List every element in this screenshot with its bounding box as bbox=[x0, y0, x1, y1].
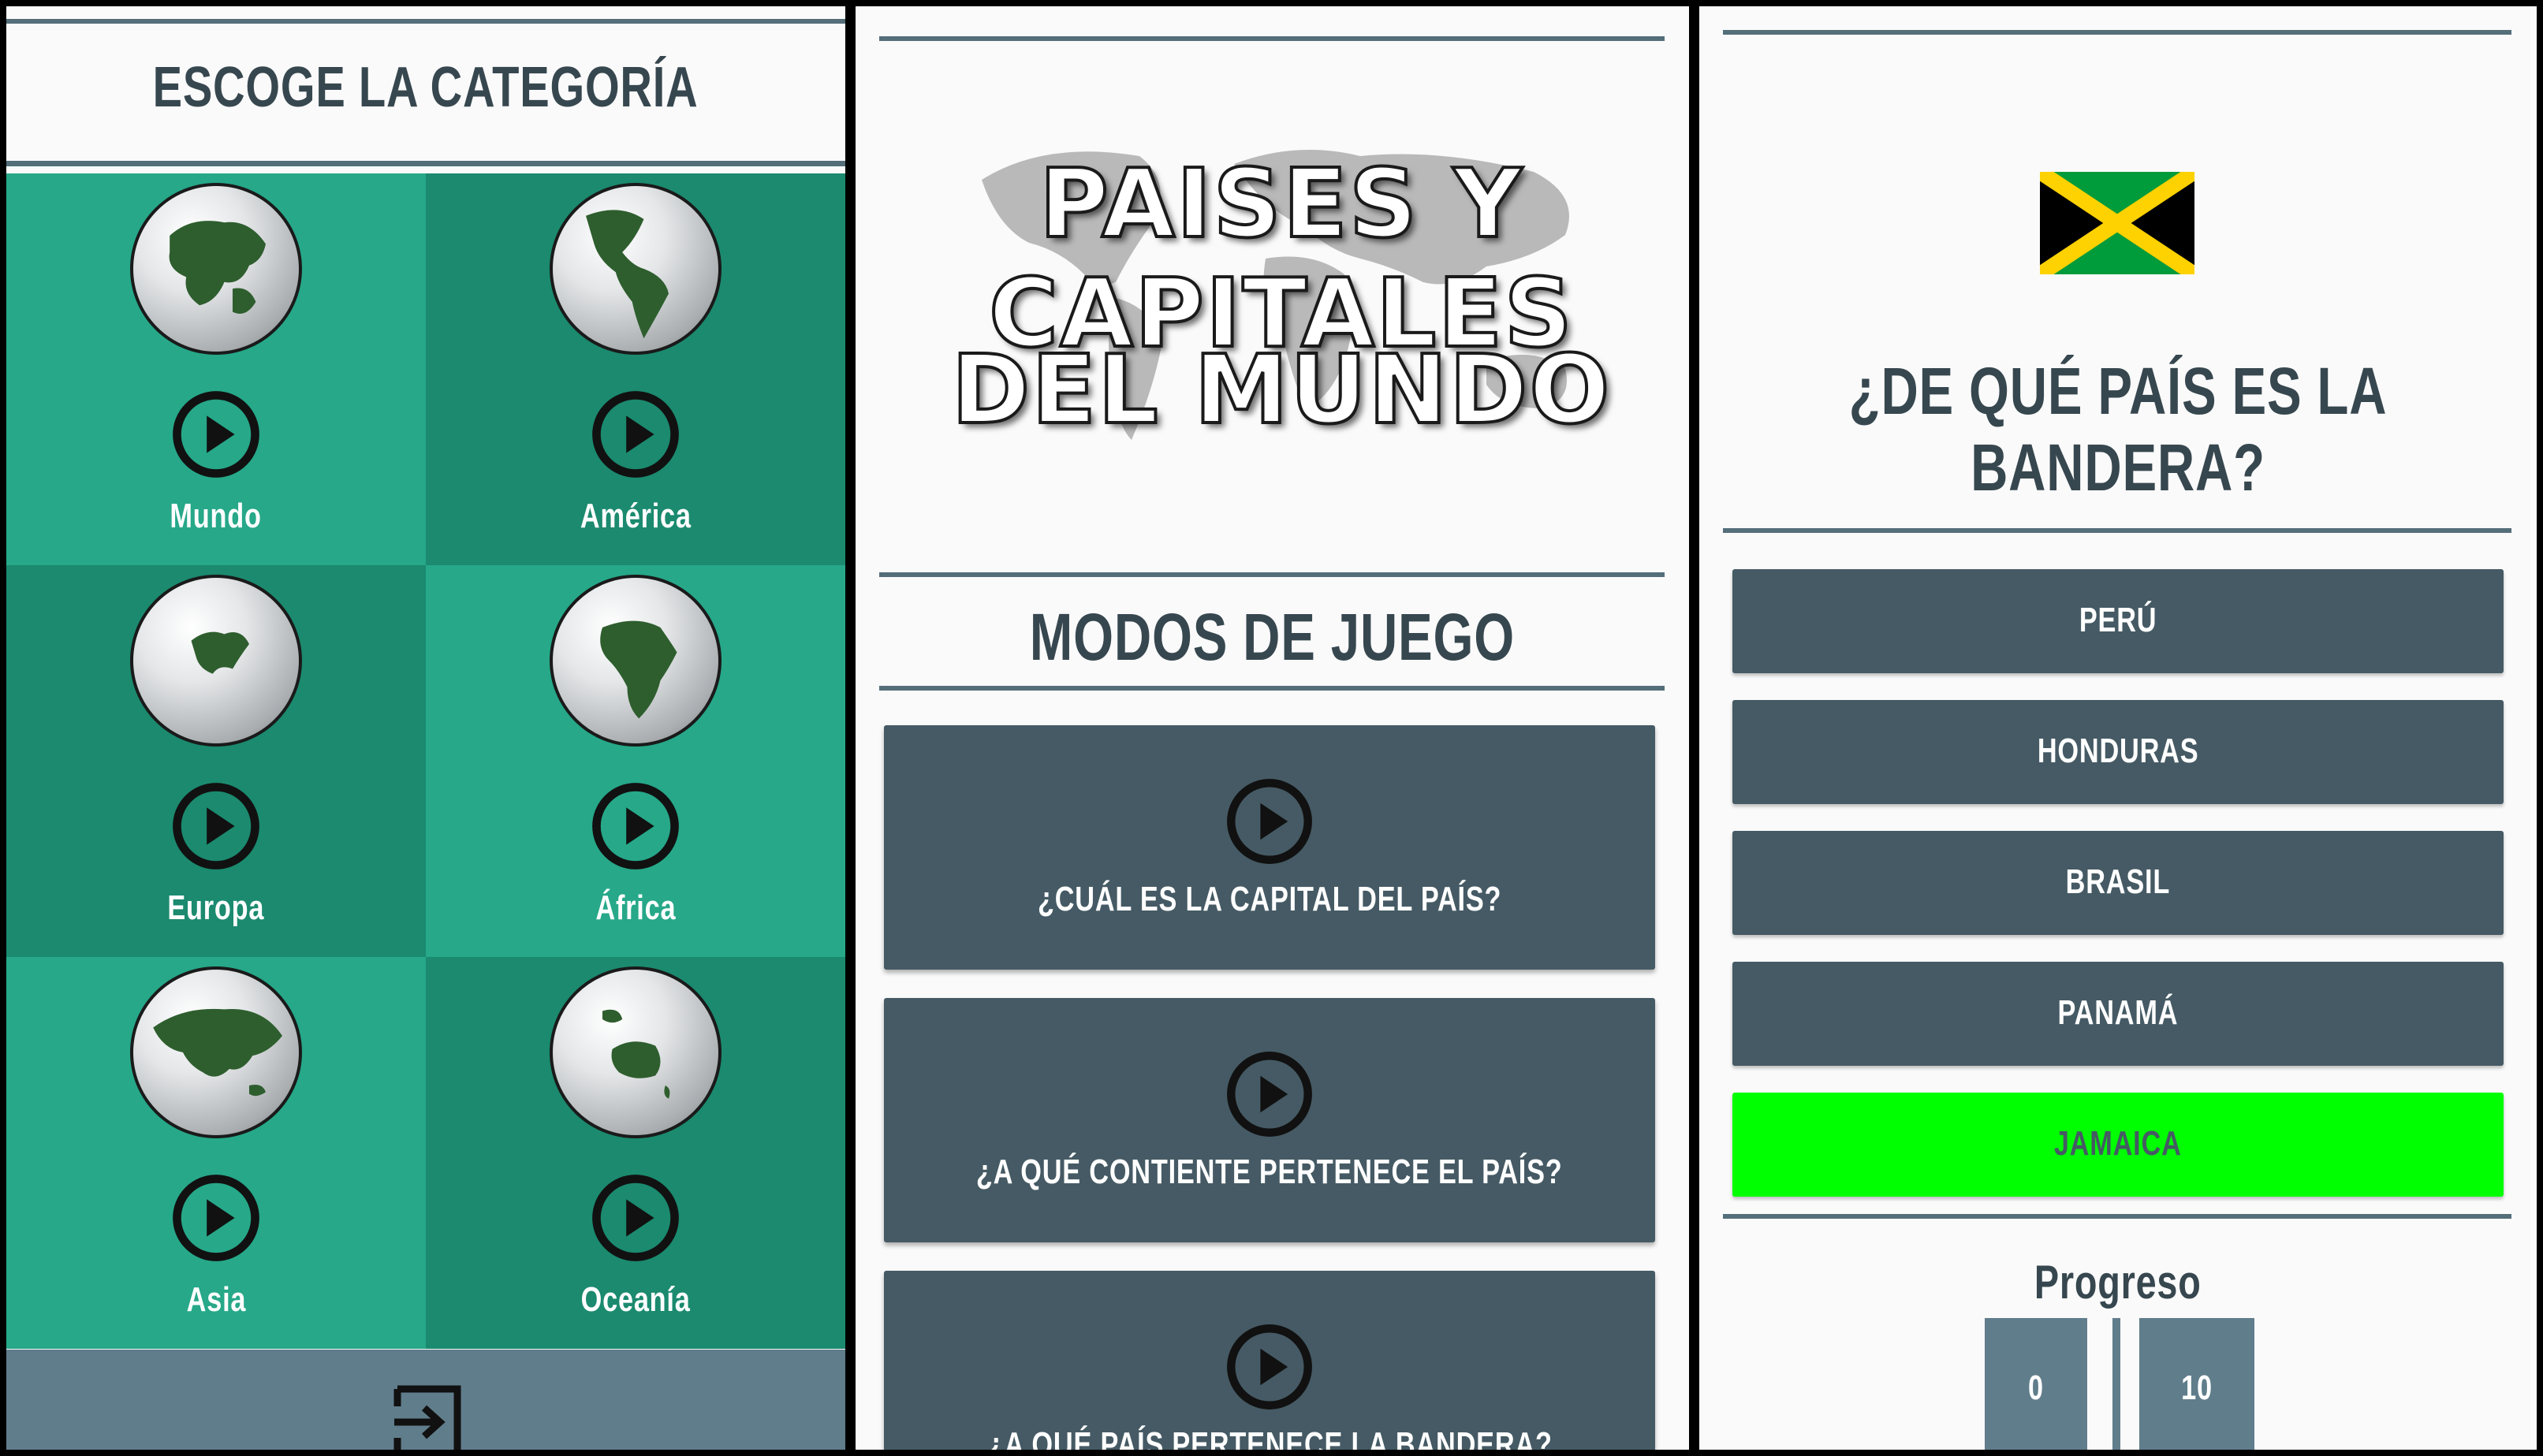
answer-option-label: BRASIL bbox=[2065, 862, 2171, 901]
header-bottom-divider bbox=[6, 161, 845, 166]
header-top-divider bbox=[6, 19, 845, 24]
answer-option-button[interactable]: PERÚ bbox=[1732, 569, 2504, 673]
category-screen: ESCOGE LA CATEGORÍA Mundo América Europa bbox=[0, 0, 852, 1456]
answer-option-button-correct[interactable]: JAMAICA bbox=[1732, 1093, 2504, 1197]
jamaica-flag-icon bbox=[2040, 172, 2194, 274]
play-icon bbox=[173, 391, 259, 478]
category-tile-europa[interactable]: Europa bbox=[6, 565, 426, 957]
play-icon bbox=[1227, 779, 1312, 864]
category-footer bbox=[6, 1350, 845, 1456]
mode-continent-button[interactable]: ¿A QUÉ CONTIENTE PERTENECE EL PAÍS? bbox=[884, 998, 1655, 1242]
answer-option-label: JAMAICA bbox=[2054, 1124, 2182, 1163]
globe-oceania-icon bbox=[550, 966, 722, 1138]
answer-option-label: PERÚ bbox=[2079, 601, 2157, 639]
top-divider bbox=[879, 36, 1665, 41]
category-tile-america[interactable]: América bbox=[426, 173, 845, 565]
play-icon bbox=[592, 1175, 679, 1261]
category-tile-oceania[interactable]: Oceanía bbox=[426, 957, 845, 1349]
options-divider bbox=[1723, 1214, 2511, 1219]
mode-flag-label: ¿A QUÉ PAÍS PERTENECE LA BANDERA? bbox=[986, 1425, 1553, 1456]
mode-capital-label: ¿CUÁL ES LA CAPITAL DEL PAÍS? bbox=[1037, 880, 1502, 918]
answer-option-button[interactable]: PANAMÁ bbox=[1732, 962, 2504, 1066]
globe-america-icon bbox=[550, 183, 722, 355]
category-label-asia: Asia bbox=[186, 1280, 246, 1319]
category-label-oceania: Oceanía bbox=[580, 1280, 691, 1319]
globe-asia-icon bbox=[130, 966, 302, 1138]
mode-flag-button[interactable]: ¿A QUÉ PAÍS PERTENECE LA BANDERA? bbox=[884, 1271, 1655, 1456]
section-top-divider bbox=[879, 572, 1665, 577]
logo-line-2: DEL MUNDO bbox=[950, 334, 1612, 447]
play-icon bbox=[1227, 1052, 1312, 1137]
progress-separator bbox=[2112, 1318, 2120, 1450]
world-map-logo: PAISES Y CAPITALES DEL MUNDO bbox=[934, 109, 1628, 503]
answer-option-label: HONDURAS bbox=[2037, 732, 2199, 770]
category-title: ESCOGE LA CATEGORÍA bbox=[153, 56, 699, 119]
play-icon bbox=[173, 1175, 259, 1261]
globe-europe-icon bbox=[130, 575, 302, 747]
progress-total-box: 10 bbox=[2139, 1318, 2254, 1450]
play-icon bbox=[592, 783, 679, 870]
category-grid: Mundo América Europa África Asia Oceanía bbox=[6, 173, 845, 1349]
answer-option-button[interactable]: HONDURAS bbox=[1732, 700, 2504, 804]
globe-world-icon bbox=[130, 183, 302, 355]
globe-africa-icon bbox=[550, 575, 722, 747]
quiz-screen: ¿DE QUÉ PAÍS ES LA BANDERA? PERÚ HONDURA… bbox=[1693, 0, 2543, 1456]
play-icon bbox=[592, 391, 679, 478]
progress-current-box: 0 bbox=[1985, 1318, 2087, 1450]
category-label-mundo: Mundo bbox=[170, 497, 263, 535]
mode-capital-button[interactable]: ¿CUÁL ES LA CAPITAL DEL PAÍS? bbox=[884, 725, 1655, 970]
progress-title: Progreso bbox=[2034, 1256, 2202, 1309]
answer-option-button[interactable]: BRASIL bbox=[1732, 831, 2504, 935]
category-tile-mundo[interactable]: Mundo bbox=[6, 173, 426, 565]
category-tile-asia[interactable]: Asia bbox=[6, 957, 426, 1349]
section-bottom-divider bbox=[879, 686, 1665, 691]
category-label-africa: África bbox=[595, 888, 676, 927]
progress-total: 10 bbox=[2181, 1368, 2213, 1407]
play-icon bbox=[1227, 1324, 1312, 1409]
top-divider bbox=[1723, 30, 2511, 35]
play-icon bbox=[173, 783, 259, 870]
home-screen: PAISES Y CAPITALES DEL MUNDO MODOS DE JU… bbox=[849, 0, 1695, 1456]
progress-current: 0 bbox=[2028, 1368, 2044, 1407]
question-divider bbox=[1723, 528, 2511, 533]
category-header: ESCOGE LA CATEGORÍA bbox=[6, 6, 845, 172]
mode-continent-label: ¿A QUÉ CONTIENTE PERTENECE EL PAÍS? bbox=[976, 1153, 1563, 1191]
category-label-europa: Europa bbox=[167, 888, 265, 927]
category-label-america: América bbox=[580, 497, 692, 535]
modes-title: MODOS DE JUEGO bbox=[1029, 600, 1516, 674]
exit-icon[interactable] bbox=[385, 1383, 470, 1456]
category-tile-africa[interactable]: África bbox=[426, 565, 845, 957]
question-text: ¿DE QUÉ PAÍS ES LA BANDERA? bbox=[1848, 354, 2388, 505]
answer-option-label: PANAMÁ bbox=[2057, 993, 2179, 1032]
